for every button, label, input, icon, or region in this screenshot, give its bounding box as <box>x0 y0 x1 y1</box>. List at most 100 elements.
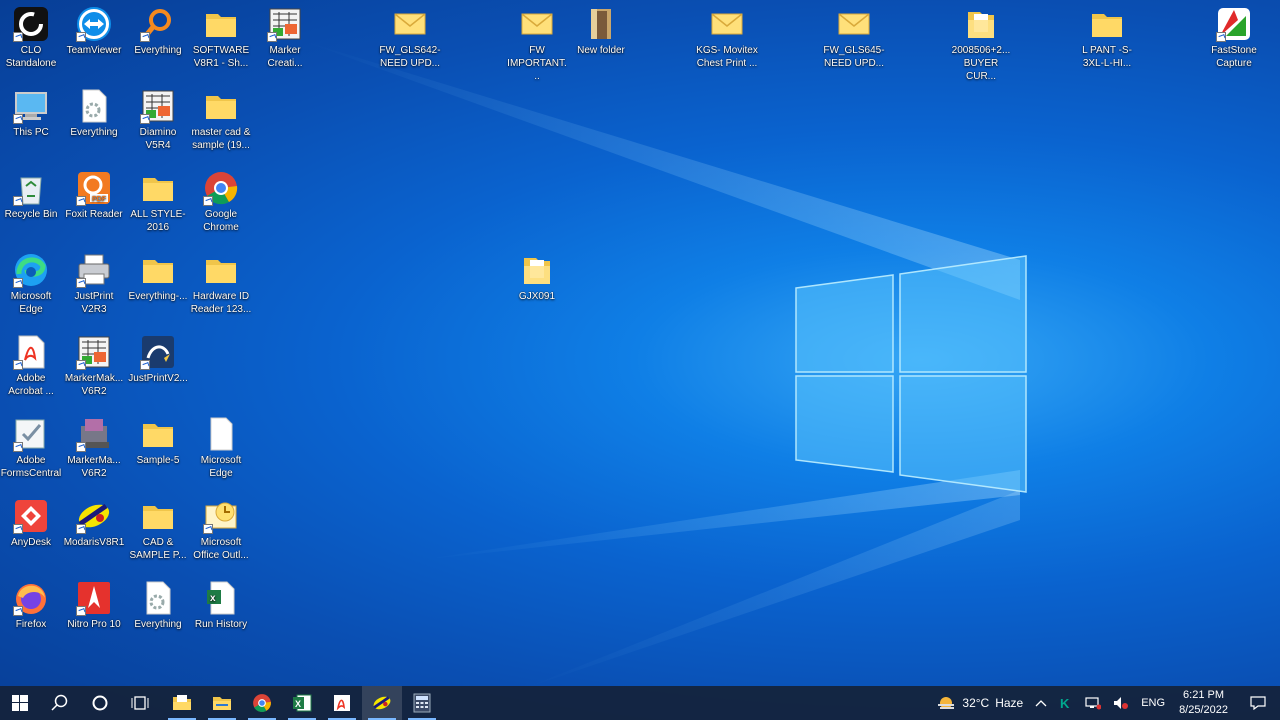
taskbar-calculator[interactable] <box>402 686 442 720</box>
desktop-icon-label: Google Chrome <box>203 209 239 233</box>
this-pc-icon <box>13 88 49 124</box>
system-tray: 32°C Haze K ENG 6:21 PM 8/25/2022 <box>930 686 1280 720</box>
svg-text:PDF: PDF <box>92 196 107 203</box>
desktop-icon[interactable]: L PANT -S-3XL-L-HI... <box>1076 0 1138 70</box>
desktop-icon[interactable]: CLO Standalone <box>0 0 62 70</box>
notifications-icon[interactable] <box>1236 686 1280 720</box>
show-hidden-icons-chevron-up-icon[interactable] <box>1029 686 1053 720</box>
desktop-icon[interactable]: Sample-5 <box>127 410 189 467</box>
desktop-icon[interactable]: ModarisV8R1 <box>63 492 125 549</box>
desktop-icon-label: FastStone Capture <box>1211 45 1257 69</box>
start-button[interactable] <box>0 686 40 720</box>
shortcut-arrow-icon <box>76 278 86 288</box>
desktop-icon[interactable]: This PC <box>0 82 62 139</box>
desktop-icon[interactable]: Nitro Pro 10 <box>63 574 125 631</box>
markermaker-icon <box>76 416 112 452</box>
desktop-icon[interactable]: FW IMPORTANT... <box>506 0 568 83</box>
desktop-icon[interactable]: FW_GLS642- NEED UPD... <box>379 0 441 70</box>
folder-icon <box>140 498 176 534</box>
desktop-icon[interactable]: Adobe Acrobat ... <box>0 328 62 398</box>
shortcut-arrow-icon <box>140 32 150 42</box>
desktop-icon[interactable]: AnyDesk <box>0 492 62 549</box>
forms-central-icon <box>13 416 49 452</box>
desktop-icon[interactable]: Google Chrome <box>190 164 252 234</box>
desktop-icon[interactable]: GJX091 <box>506 246 568 303</box>
desktop-icon[interactable]: KGS- Movitex Chest Print ... <box>696 0 758 70</box>
shortcut-arrow-icon <box>76 442 86 452</box>
desktop-icon[interactable]: FastStone Capture <box>1203 0 1265 70</box>
svg-text:x: x <box>210 593 216 604</box>
kaspersky-tray-icon[interactable]: K <box>1053 686 1079 720</box>
desktop-icon[interactable]: MarkerMak... V6R2 <box>63 328 125 398</box>
task-view-icon[interactable] <box>120 686 160 720</box>
desktop-icon-label: Microsoft Edge <box>10 291 52 315</box>
taskbar-acrobat[interactable] <box>322 686 362 720</box>
folder-icon <box>203 6 239 42</box>
desktop-icon[interactable]: Microsoft Office Outl... <box>190 492 252 562</box>
taskbar-file-explorer[interactable] <box>202 686 242 720</box>
desktop-icon[interactable]: SOFTWARE V8R1 - Sh... <box>190 0 252 70</box>
desktop-icon-label: Recycle Bin <box>4 209 58 220</box>
taskbar-file-explorer-folder[interactable] <box>162 686 202 720</box>
everything-search-icon <box>140 6 176 42</box>
desktop-icon[interactable]: ALL STYLE-2016 <box>127 164 189 234</box>
taskbar-modaris[interactable] <box>362 686 402 720</box>
desktop-icon[interactable]: JustPrintV2... <box>127 328 189 385</box>
shortcut-arrow-icon <box>13 278 23 288</box>
desktop-icon[interactable]: MarkerMa... V6R2 <box>63 410 125 480</box>
clo-standalone-icon <box>13 6 49 42</box>
everything-file-icon <box>76 88 112 124</box>
desktop-icon[interactable]: TeamViewer <box>63 0 125 57</box>
desktop-icon[interactable]: FW_GLS645- NEED UPD... <box>823 0 885 70</box>
desktop-icon-label: GJX091 <box>518 291 556 302</box>
weather-widget[interactable]: 32°C Haze <box>930 686 1029 720</box>
justprint-icon <box>76 252 112 288</box>
taskbar-chrome[interactable] <box>242 686 282 720</box>
shortcut-arrow-icon <box>13 442 23 452</box>
desktop-icon[interactable]: Everything-... <box>127 246 189 303</box>
desktop-icon[interactable]: Everything <box>63 82 125 139</box>
desktop-icon-label: Adobe Acrobat ... <box>8 373 54 397</box>
desktop-icon[interactable]: Hardware ID Reader 123... <box>190 246 252 316</box>
desktop-icon[interactable]: Everything <box>127 0 189 57</box>
outlook-icon <box>203 498 239 534</box>
clock[interactable]: 6:21 PM 8/25/2022 <box>1171 688 1236 718</box>
shortcut-arrow-icon <box>13 114 23 124</box>
markermaker-icon <box>76 334 112 370</box>
desktop-icon-label: Adobe FormsCentral <box>0 455 62 479</box>
language-indicator[interactable]: ENG <box>1135 686 1171 720</box>
desktop-icon[interactable]: Everything <box>127 574 189 631</box>
desktop-icon[interactable]: Microsoft Edge <box>0 246 62 316</box>
desktop-icon[interactable]: 2008506+2... BUYER CUR... <box>950 0 1012 83</box>
desktop-icon[interactable]: Marker Creati... <box>254 0 316 70</box>
desktop-icon[interactable]: New folder <box>570 0 632 57</box>
desktop-icon[interactable]: Firefox <box>0 574 62 631</box>
marker-creation-icon <box>267 6 303 42</box>
faststone-capture-icon <box>1216 6 1252 42</box>
taskbar-excel[interactable]: X <box>282 686 322 720</box>
diamino-icon <box>140 88 176 124</box>
desktop-icon[interactable]: Recycle Bin <box>0 164 62 221</box>
desktop-icon-label: 2008506+2... BUYER CUR... <box>951 45 1011 82</box>
weather-condition: Haze <box>995 696 1024 710</box>
teamviewer-icon <box>76 6 112 42</box>
volume-muted-icon[interactable] <box>1107 686 1135 720</box>
desktop-icon[interactable]: PDF Foxit Reader <box>63 164 125 221</box>
desktop-icon[interactable]: master cad & sample (19... <box>190 82 252 152</box>
desktop-icon[interactable]: Diamino V5R4 <box>127 82 189 152</box>
cortana-icon[interactable] <box>80 686 120 720</box>
desktop-icon[interactable]: Microsoft Edge <box>190 410 252 480</box>
search-icon[interactable] <box>40 686 80 720</box>
desktop-icon[interactable]: JustPrint V2R3 <box>63 246 125 316</box>
desktop-icon[interactable]: x Run History <box>190 574 252 631</box>
desktop-icon[interactable]: CAD & SAMPLE P... <box>127 492 189 562</box>
shortcut-arrow-icon <box>13 196 23 206</box>
windows-logo <box>795 255 1027 493</box>
email-message-icon <box>709 6 745 42</box>
network-icon[interactable] <box>1079 686 1107 720</box>
folder-icon <box>963 6 999 42</box>
desktop-icon-label: New folder <box>577 45 625 56</box>
desktop-icon[interactable]: Adobe FormsCentral <box>0 410 62 480</box>
firefox-icon <box>13 580 49 616</box>
desktop-icon-label: Microsoft Office Outl... <box>193 537 249 561</box>
